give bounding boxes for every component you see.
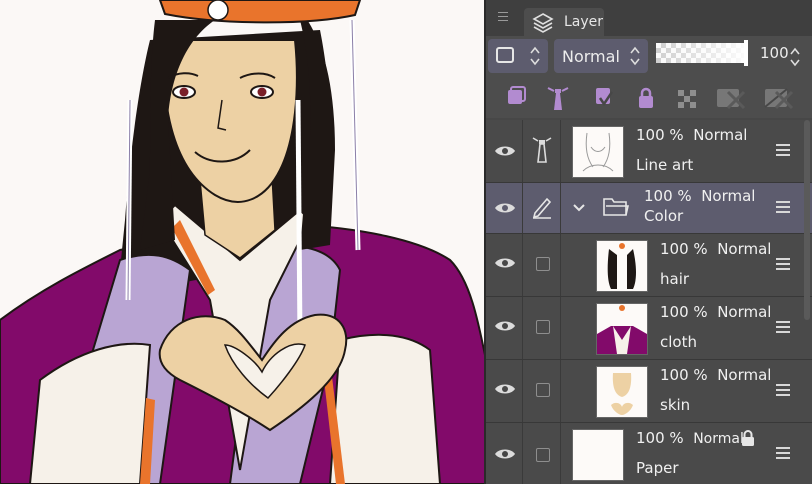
layer-type-col [523, 360, 561, 422]
layer-select-checkbox[interactable] [536, 320, 550, 334]
eye-icon [495, 449, 515, 459]
opacity-fill [656, 43, 748, 63]
heian-woman-illustration [0, 0, 486, 484]
menu-icon[interactable] [776, 144, 790, 159]
layer-blend: Normal [717, 240, 772, 258]
layer-type-col [523, 120, 561, 182]
folder-icon [603, 198, 629, 216]
eye-icon [495, 384, 515, 394]
eye-icon [495, 258, 515, 268]
layer-name: skin [660, 396, 691, 414]
lock-layer-icon[interactable] [632, 84, 660, 112]
layer-type-col [523, 183, 561, 233]
layer-blend: Normal [717, 366, 772, 384]
layer-color-mode-selector[interactable] [488, 39, 548, 73]
layer-name: cloth [660, 333, 697, 351]
menu-icon[interactable] [776, 258, 790, 273]
layer-thumbnail [572, 126, 624, 178]
layer-thumbnail [596, 240, 648, 292]
layer-row-hair[interactable]: 100 % Normal hair [486, 234, 812, 297]
layer-opacity: 100 % [660, 303, 708, 321]
menu-icon[interactable] [776, 384, 790, 399]
visibility-toggle[interactable] [486, 234, 523, 296]
layer-properties-bar: Normal 100 [486, 36, 812, 78]
chevron-down-icon[interactable] [572, 203, 586, 213]
layer-row-skin[interactable]: 100 % Normal skin [486, 360, 812, 423]
layers-icon [532, 13, 554, 33]
visibility-toggle[interactable] [486, 423, 523, 484]
blend-mode-select[interactable]: Normal [554, 39, 648, 73]
layer-name: Line art [636, 156, 694, 174]
layer-thumbnail [596, 366, 648, 418]
illustration-canvas[interactable] [0, 0, 486, 484]
blend-mode-icon [496, 47, 514, 63]
layer-thumbnail [596, 303, 648, 355]
opacity-value[interactable]: 100 [760, 44, 789, 62]
opacity-handle[interactable] [744, 40, 748, 66]
tab-layer-label: Layer [564, 14, 604, 30]
robe-white-right [328, 333, 442, 484]
layer-row-paper[interactable]: 100 % Normal Paper [486, 423, 812, 484]
lighthouse-icon [532, 137, 552, 163]
layer-opacity: 100 % [644, 187, 692, 205]
layer-type-col [523, 234, 561, 296]
layer-tool-bar [486, 78, 812, 118]
cord-right [295, 99, 303, 341]
crown [158, 0, 362, 24]
opacity-spinner-icon[interactable] [790, 46, 800, 68]
layer-opacity: 100 % [660, 240, 708, 258]
layer-name: Color [644, 207, 684, 225]
layer-panel: Layer Normal 100 100 % Normal Line art 1… [486, 0, 812, 484]
layer-blend: Normal [693, 126, 748, 144]
layer-type-col [523, 297, 561, 359]
layer-type-col [523, 423, 561, 484]
eye-icon [495, 321, 515, 331]
new-raster-layer-icon[interactable] [502, 84, 530, 112]
visibility-toggle[interactable] [486, 183, 523, 233]
layer-blend: Normal [701, 187, 756, 205]
menu-icon[interactable] [776, 321, 790, 336]
layer-row-cloth[interactable]: 100 % Normal cloth [486, 297, 812, 360]
panel-titlebar: Layer [486, 0, 812, 36]
layer-opacity: 100 % [660, 366, 708, 384]
layer-select-checkbox[interactable] [536, 383, 550, 397]
eye-icon [495, 146, 515, 156]
menu-icon[interactable] [776, 201, 790, 216]
blend-mode-value: Normal [562, 47, 620, 66]
layer-row-line-art[interactable]: 100 % Normal Line art [486, 120, 812, 183]
layer-blend: Normal [693, 431, 744, 447]
layer-row-color-folder[interactable]: 100 % Normal Color [486, 183, 812, 234]
layer-opacity: 100 % [636, 126, 684, 144]
mask-icon[interactable] [714, 84, 748, 112]
panel-grip-icon[interactable] [498, 12, 508, 22]
eye-icon [495, 203, 515, 213]
layer-list: 100 % Normal Line art 100 % Normal Color [486, 120, 812, 484]
pen-icon [532, 197, 552, 219]
spinner-arrows-icon [530, 46, 540, 66]
visibility-toggle[interactable] [486, 120, 523, 182]
opacity-slider[interactable] [656, 43, 748, 63]
layer-select-checkbox[interactable] [536, 257, 550, 271]
lock-transparent-pixels-icon[interactable] [674, 84, 702, 112]
visibility-toggle[interactable] [486, 360, 523, 422]
layer-blend: Normal [717, 303, 772, 321]
layer-name: hair [660, 270, 690, 288]
layer-opacity: 100 % [636, 429, 684, 447]
spinner-arrows-icon [630, 46, 640, 66]
layer-thumbnail [572, 429, 624, 481]
menu-icon[interactable] [776, 447, 790, 462]
layer-name: Paper [636, 459, 679, 477]
layer-select-checkbox[interactable] [536, 448, 550, 462]
visibility-toggle[interactable] [486, 297, 523, 359]
reference-layer-icon[interactable] [544, 84, 572, 112]
clip-to-lower-layer-icon[interactable] [590, 84, 618, 112]
tab-layer[interactable]: Layer [524, 8, 604, 36]
lock-icon [742, 430, 754, 446]
delete-mask-icon[interactable] [762, 84, 796, 112]
layer-list-scrollbar[interactable] [804, 120, 810, 320]
